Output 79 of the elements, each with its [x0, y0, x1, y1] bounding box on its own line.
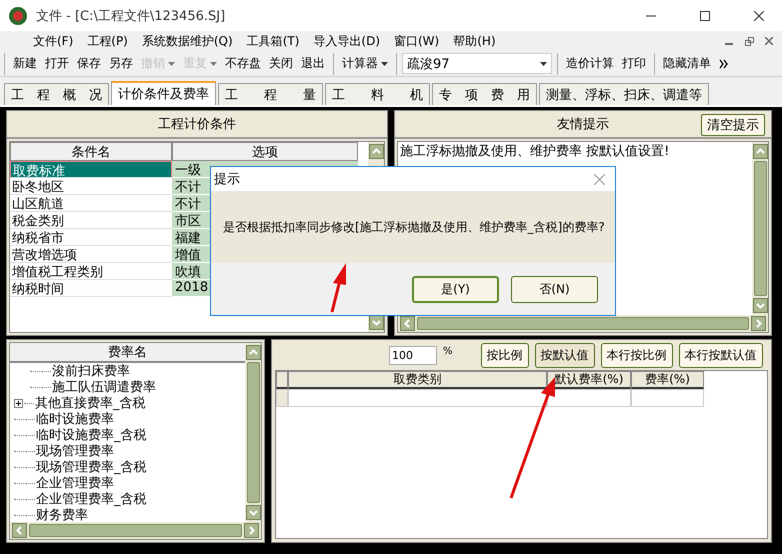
more-icon[interactable] — [719, 58, 728, 68]
table-cell[interactable]: 税金类别 — [10, 212, 172, 229]
tree-item[interactable]: 临时设施费率_含税 — [36, 426, 146, 444]
menu-item[interactable]: 工程(P) — [80, 32, 135, 50]
toolbar-button[interactable]: 打印 — [619, 52, 649, 74]
annotation-arrow — [330, 263, 346, 312]
dropdown-arrow-icon — [210, 62, 217, 66]
expand-icon[interactable] — [14, 398, 23, 408]
scheme-combo[interactable]: 疏浚97 — [402, 53, 552, 74]
toolbar-button[interactable]: 隐藏清单 — [660, 52, 714, 74]
table-cell[interactable] — [288, 389, 547, 407]
dropdown-arrow-icon — [540, 62, 547, 66]
tree-item[interactable]: 企业管理费率 — [36, 474, 114, 492]
scrollbar[interactable] — [398, 315, 768, 332]
scrollbar[interactable] — [752, 142, 768, 315]
menu-item[interactable]: 窗口(W) — [387, 32, 446, 50]
menu-item[interactable]: 导入导出(D) — [306, 32, 387, 50]
tree-item[interactable]: 现场管理费率_含税 — [36, 458, 146, 476]
scrollbar[interactable] — [10, 522, 261, 539]
panel-title: 工程计价条件 — [158, 116, 236, 133]
table-cell[interactable]: 纳税省市 — [10, 229, 172, 246]
column-header: 取费类别 — [288, 371, 547, 389]
column-header: 条件名 — [10, 142, 172, 161]
dialog-message: 是否根据抵扣率同步修改[施工浮标抛撤及使用、维护费率_含税]的费率? — [223, 218, 605, 236]
menu-item[interactable]: 文件(F) — [26, 32, 80, 50]
scrollbar[interactable] — [245, 343, 261, 522]
table-cell[interactable]: 取费标准 — [10, 161, 172, 178]
window-title: 文件 - [C:\工程文件\123456.SJ] — [36, 8, 226, 24]
panel-title: 友情提示 — [557, 116, 609, 133]
tab[interactable]: 测量、浮标、扫床、调遣等 — [539, 83, 709, 105]
rate-button[interactable]: 本行按比例 — [600, 342, 673, 368]
tree-item[interactable]: 财务费率 — [36, 506, 88, 522]
rate-button[interactable]: 按比例 — [480, 342, 529, 368]
dialog-button[interactable]: 否(N) — [511, 276, 598, 302]
toolbar-button[interactable]: 不存盘 — [222, 52, 264, 74]
column-header: 选项 — [172, 142, 358, 161]
tab[interactable]: 计价条件及费率 — [111, 81, 216, 105]
toolbar-button[interactable]: 新建 — [10, 52, 40, 74]
table-cell[interactable]: 山区航道 — [10, 195, 172, 212]
toolbar-button[interactable]: 退出 — [298, 52, 328, 74]
column-header: 默认费率(%) — [547, 371, 631, 389]
menu-item[interactable]: 帮助(H) — [446, 32, 503, 50]
toolbar-button[interactable]: 造价计算 — [563, 52, 617, 74]
table-cell[interactable]: 卧冬地区 — [10, 178, 172, 195]
tree-item[interactable]: 现场管理费率 — [36, 442, 114, 460]
column-header: 费率名 — [10, 343, 245, 363]
table-cell[interactable]: 营改增选项 — [10, 246, 172, 263]
toolbar-dropdown[interactable]: 计算器 — [339, 52, 391, 74]
tab[interactable]: 专 项 费 用 — [432, 83, 537, 105]
rate-button[interactable]: 按默认值 — [534, 342, 595, 368]
dialog-button[interactable]: 是(Y) — [412, 276, 499, 302]
table-cell[interactable]: 增值税工程类别 — [10, 263, 172, 280]
tab[interactable]: 工 料 机 — [325, 83, 430, 105]
tab[interactable]: 工 程 量 — [218, 83, 323, 105]
table-cell[interactable] — [547, 389, 631, 407]
menu-item[interactable]: 工具箱(T) — [240, 32, 306, 50]
tree-item[interactable]: 其他直接费率_含税 — [35, 394, 146, 412]
tree-item[interactable]: 浚前扫床费率 — [52, 362, 130, 380]
table-cell[interactable] — [631, 389, 704, 407]
menu-item[interactable]: 系统数据维护(Q) — [134, 32, 240, 50]
table-cell[interactable]: 纳税时间 — [10, 280, 172, 297]
dialog-title: 提示 — [214, 171, 240, 188]
tree-item[interactable]: 施工队伍调遣费率 — [52, 378, 156, 396]
tip-text: 施工浮标抛撤及使用、维护费率 按默认值设置! — [399, 143, 670, 160]
rate-button[interactable]: 本行按默认值 — [678, 342, 763, 368]
dropdown-arrow-icon — [381, 62, 388, 66]
app-logo-icon — [8, 6, 28, 26]
column-header: 费率(%) — [631, 371, 704, 389]
percent-sign: % — [443, 346, 453, 357]
clear-button[interactable]: 清空提示 — [701, 114, 765, 136]
toolbar-button[interactable]: 关闭 — [266, 52, 296, 74]
toolbar-button[interactable]: 打开 — [42, 52, 72, 74]
tab[interactable]: 工 程 概 况 — [4, 83, 109, 105]
tree-item[interactable]: 临时设施费率 — [36, 410, 114, 428]
percent-field[interactable]: 100 — [389, 346, 437, 364]
toolbar-button[interactable]: 另存 — [106, 52, 136, 74]
dropdown-arrow-icon — [168, 62, 175, 66]
toolbar-button[interactable]: 保存 — [74, 52, 104, 74]
tree-item[interactable]: 企业管理费率_含税 — [36, 490, 146, 508]
